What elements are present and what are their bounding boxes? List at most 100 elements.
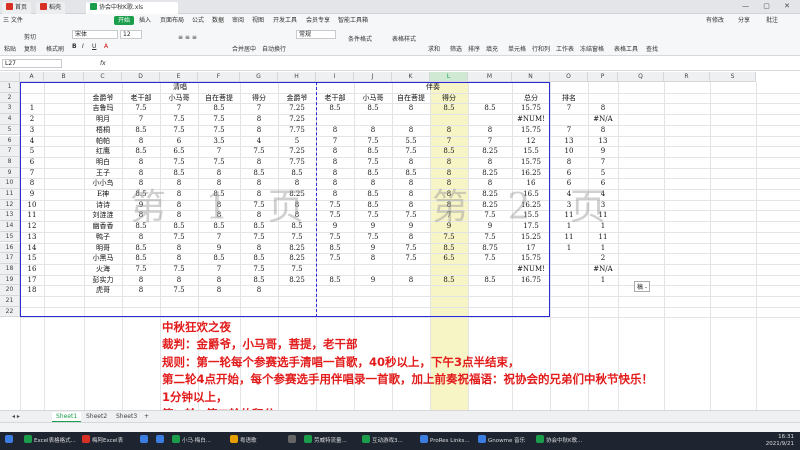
table-cell[interactable]	[430, 114, 468, 125]
row-header-2[interactable]: 2	[0, 92, 20, 104]
taskbar-app-9[interactable]: ProRes Links...	[418, 435, 470, 447]
table-cell[interactable]: 13	[588, 136, 618, 147]
table-cell[interactable]: 8	[316, 168, 354, 179]
table-cell[interactable]: E神	[84, 189, 122, 200]
table-cell[interactable]: 6	[160, 136, 198, 147]
row-header-9[interactable]: 9	[0, 167, 20, 179]
column-header-b[interactable]: B	[44, 72, 84, 82]
table-cell[interactable]: 8.5	[278, 168, 316, 179]
row-header-15[interactable]: 15	[0, 231, 20, 243]
table-cell[interactable]: 8.5	[430, 275, 468, 286]
taskbar-app-3[interactable]	[154, 435, 166, 447]
table-cell[interactable]: 7.5	[198, 157, 240, 168]
column-header-l[interactable]: L	[430, 72, 468, 82]
sum-button[interactable]: 求和	[428, 44, 440, 53]
column-title[interactable]: 金爵爷	[84, 93, 122, 104]
table-cell[interactable]: 8	[122, 136, 160, 147]
table-cell[interactable]	[392, 285, 430, 296]
table-cell[interactable]: 4	[20, 136, 44, 147]
table-cell[interactable]: 7.5	[160, 125, 198, 136]
table-cell[interactable]: 8	[240, 125, 278, 136]
table-cell[interactable]: 5	[20, 146, 44, 157]
column-header-q[interactable]: Q	[618, 72, 664, 82]
table-cell[interactable]: 7.5	[316, 232, 354, 243]
system-clock[interactable]: 16:31 2021/9/21	[766, 434, 794, 448]
table-cell[interactable]: 6.5	[430, 253, 468, 264]
row-header-10[interactable]: 10	[0, 178, 20, 189]
table-cell[interactable]	[550, 264, 588, 275]
table-cell[interactable]: 8	[198, 168, 240, 179]
table-cell[interactable]: #N/A	[588, 264, 618, 275]
column-header-o[interactable]: O	[550, 72, 588, 82]
row-header-7[interactable]: 7	[0, 146, 20, 157]
italic-button[interactable]: I	[82, 43, 84, 50]
menu-file[interactable]: 三 文件	[3, 16, 23, 25]
table-cell[interactable]: 8.5	[122, 253, 160, 264]
table-cell[interactable]: 7	[198, 146, 240, 157]
taskbar-app-8[interactable]: 互动游戏3...	[360, 435, 403, 447]
table-cell[interactable]: 小小鸟	[84, 178, 122, 189]
font-color-button[interactable]: A	[104, 43, 108, 50]
table-cell[interactable]: 7.5	[160, 232, 198, 243]
table-cell[interactable]: 吉鲁玛	[84, 103, 122, 114]
table-cell[interactable]: 7	[468, 136, 512, 147]
table-cell[interactable]: 梧桐	[84, 125, 122, 136]
table-cell[interactable]	[354, 114, 392, 125]
table-cell[interactable]: 15.5	[512, 146, 550, 157]
table-cell[interactable]: 7.5	[392, 146, 430, 157]
table-cell[interactable]: 8	[430, 157, 468, 168]
table-cell[interactable]: 15.75	[512, 125, 550, 136]
table-cell[interactable]: 7.5	[278, 264, 316, 275]
table-cell[interactable]: #N/A	[588, 114, 618, 125]
table-cell[interactable]: 8	[392, 103, 430, 114]
table-cell[interactable]: 7.5	[316, 200, 354, 211]
paste-options-tag[interactable]: 稿 -	[634, 281, 651, 292]
table-cell[interactable]: 8.5	[430, 146, 468, 157]
table-cell[interactable]: 7.5	[278, 232, 316, 243]
table-cell[interactable]: 8.5	[354, 168, 392, 179]
row-header-22[interactable]: 22	[0, 306, 20, 318]
table-cell[interactable]: 8	[430, 125, 468, 136]
table-cell[interactable]: 7.75	[278, 157, 316, 168]
table-cell[interactable]: 8	[160, 253, 198, 264]
table-cell[interactable]: 7.5	[430, 232, 468, 243]
table-cell[interactable]: 1	[20, 103, 44, 114]
table-cell[interactable]: 8.25	[468, 168, 512, 179]
table-cell[interactable]: 7.5	[122, 103, 160, 114]
row-header-21[interactable]: 21	[0, 296, 20, 307]
column-header-j[interactable]: J	[354, 72, 392, 82]
row-header-20[interactable]: 20	[0, 285, 20, 296]
table-cell[interactable]: 8.5	[122, 125, 160, 136]
table-cell[interactable]: 9	[316, 221, 354, 232]
table-cell[interactable]: 7.25	[278, 114, 316, 125]
table-cell[interactable]: 8	[392, 189, 430, 200]
table-cell[interactable]: 火海	[84, 264, 122, 275]
table-cell[interactable]: 小黑马	[84, 253, 122, 264]
format-painter-button[interactable]: 格式刷	[46, 44, 64, 53]
column-header-s[interactable]: S	[710, 72, 756, 82]
table-cell[interactable]: 5	[278, 136, 316, 147]
table-cell[interactable]: 8	[122, 275, 160, 286]
table-cell[interactable]: 7	[588, 157, 618, 168]
table-cell[interactable]: 7	[550, 125, 588, 136]
table-cell[interactable]: 3.5	[198, 136, 240, 147]
table-cell[interactable]: 17	[20, 275, 44, 286]
table-cell[interactable]: 16.75	[512, 275, 550, 286]
menu-smart-tools[interactable]: 智能工具箱	[338, 16, 368, 25]
number-format-select[interactable]: 常规	[296, 30, 336, 39]
row-header-12[interactable]: 12	[0, 199, 20, 211]
sheet-tab-2[interactable]: Sheet2	[82, 412, 111, 422]
table-cell[interactable]: 11	[550, 232, 588, 243]
table-cell[interactable]: 8	[198, 285, 240, 296]
table-cell[interactable]	[468, 285, 512, 296]
table-cell[interactable]: 帕帕	[84, 136, 122, 147]
table-cell[interactable]: 8	[160, 275, 198, 286]
table-cell[interactable]: 7	[20, 168, 44, 179]
table-cell[interactable]: 15.25	[512, 232, 550, 243]
table-cell[interactable]: 8	[240, 157, 278, 168]
table-cell[interactable]: 8	[392, 232, 430, 243]
table-cell[interactable]: 8	[392, 125, 430, 136]
table-tools-button[interactable]: 表格工具	[614, 44, 638, 53]
column-header-p[interactable]: P	[588, 72, 618, 82]
row-header-19[interactable]: 19	[0, 274, 20, 286]
